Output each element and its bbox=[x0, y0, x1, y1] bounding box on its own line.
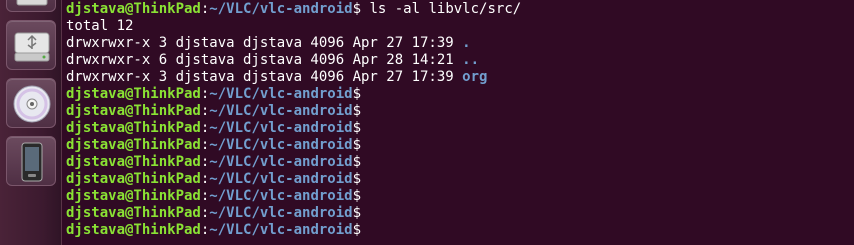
prompt-line: djstava@ThinkPad:~/VLC/vlc-android$ bbox=[66, 137, 361, 154]
terminal-window[interactable]: djstava@ThinkPad:~/VLC/vlc-android$ ls -… bbox=[66, 0, 854, 245]
listing-perms: drwxrwxr-x 3 djstava djstava 4096 Apr 27… bbox=[66, 35, 463, 51]
command-text: ls -al libvlc/src/ bbox=[361, 1, 522, 17]
unity-launcher bbox=[0, 0, 62, 245]
disc-icon bbox=[13, 85, 51, 123]
prompt-user: djstava@ThinkPad bbox=[66, 205, 201, 221]
prompt-user: djstava@ThinkPad bbox=[66, 1, 201, 17]
launcher-item-drive[interactable] bbox=[6, 0, 56, 12]
listing-perms: drwxrwxr-x 3 djstava djstava 4096 Apr 27… bbox=[66, 69, 463, 85]
screen: djstava@ThinkPad:~/VLC/vlc-android$ ls -… bbox=[0, 0, 854, 245]
prompt-symbol: $ bbox=[352, 205, 362, 221]
prompt-user: djstava@ThinkPad bbox=[66, 120, 201, 136]
prompt-path: ~/VLC/vlc-android bbox=[209, 154, 353, 170]
prompt-path: ~/VLC/vlc-android bbox=[209, 86, 353, 102]
prompt-user: djstava@ThinkPad bbox=[66, 103, 201, 119]
prompt-user: djstava@ThinkPad bbox=[66, 154, 201, 170]
prompt-line: djstava@ThinkPad:~/VLC/vlc-android$ bbox=[66, 222, 361, 239]
prompt-line: djstava@ThinkPad:~/VLC/vlc-android$ bbox=[66, 188, 361, 205]
prompt-symbol: $ bbox=[352, 171, 362, 187]
listing-perms: drwxrwxr-x 6 djstava djstava 4096 Apr 28… bbox=[66, 52, 463, 68]
total-line: total 12 bbox=[66, 18, 134, 34]
prompt-line: djstava@ThinkPad:~/VLC/vlc-android$ bbox=[66, 120, 361, 137]
prompt-path: ~/VLC/vlc-android bbox=[209, 1, 353, 17]
prompt-line: djstava@ThinkPad:~/VLC/vlc-android$ bbox=[66, 171, 361, 188]
prompt-path: ~/VLC/vlc-android bbox=[209, 205, 353, 221]
prompt-path: ~/VLC/vlc-android bbox=[209, 188, 353, 204]
prompt-symbol: $ bbox=[352, 103, 362, 119]
command-line: djstava@ThinkPad:~/VLC/vlc-android$ ls -… bbox=[66, 1, 521, 18]
prompt-symbol: $ bbox=[352, 222, 362, 238]
listing-name: . bbox=[462, 35, 471, 51]
prompt-symbol: $ bbox=[352, 188, 362, 204]
prompt-path: ~/VLC/vlc-android bbox=[209, 103, 353, 119]
prompt-symbol: $ bbox=[352, 154, 362, 170]
launcher-item-usb-drive[interactable] bbox=[6, 20, 56, 70]
phone-icon bbox=[21, 142, 43, 182]
listing-row: drwxrwxr-x 3 djstava djstava 4096 Apr 27… bbox=[66, 35, 471, 52]
prompt-symbol: $ bbox=[352, 86, 362, 102]
prompt-user: djstava@ThinkPad bbox=[66, 188, 201, 204]
listing-row: drwxrwxr-x 3 djstava djstava 4096 Apr 27… bbox=[66, 69, 487, 86]
prompt-user: djstava@ThinkPad bbox=[66, 222, 201, 238]
prompt-symbol: $ bbox=[352, 1, 362, 17]
prompt-user: djstava@ThinkPad bbox=[66, 86, 201, 102]
prompt-line: djstava@ThinkPad:~/VLC/vlc-android$ bbox=[66, 205, 361, 222]
prompt-line: djstava@ThinkPad:~/VLC/vlc-android$ bbox=[66, 154, 361, 171]
prompt-user: djstava@ThinkPad bbox=[66, 171, 201, 187]
prompt-path: ~/VLC/vlc-android bbox=[209, 120, 353, 136]
listing-name: org bbox=[462, 69, 488, 85]
usb-drive-icon bbox=[14, 32, 50, 62]
prompt-user: djstava@ThinkPad bbox=[66, 137, 201, 153]
prompt-line: djstava@ThinkPad:~/VLC/vlc-android$ bbox=[66, 86, 361, 103]
prompt-line: djstava@ThinkPad:~/VLC/vlc-android$ bbox=[66, 103, 361, 120]
prompt-path: ~/VLC/vlc-android bbox=[209, 137, 353, 153]
listing-row: drwxrwxr-x 6 djstava djstava 4096 Apr 28… bbox=[66, 52, 479, 69]
launcher-item-disc[interactable] bbox=[6, 78, 56, 128]
prompt-symbol: $ bbox=[352, 137, 362, 153]
drive-icon bbox=[16, 0, 48, 6]
prompt-symbol: $ bbox=[352, 120, 362, 136]
prompt-path: ~/VLC/vlc-android bbox=[209, 171, 353, 187]
listing-name: .. bbox=[462, 52, 480, 68]
launcher-item-phone[interactable] bbox=[6, 136, 56, 186]
prompt-path: ~/VLC/vlc-android bbox=[209, 222, 353, 238]
